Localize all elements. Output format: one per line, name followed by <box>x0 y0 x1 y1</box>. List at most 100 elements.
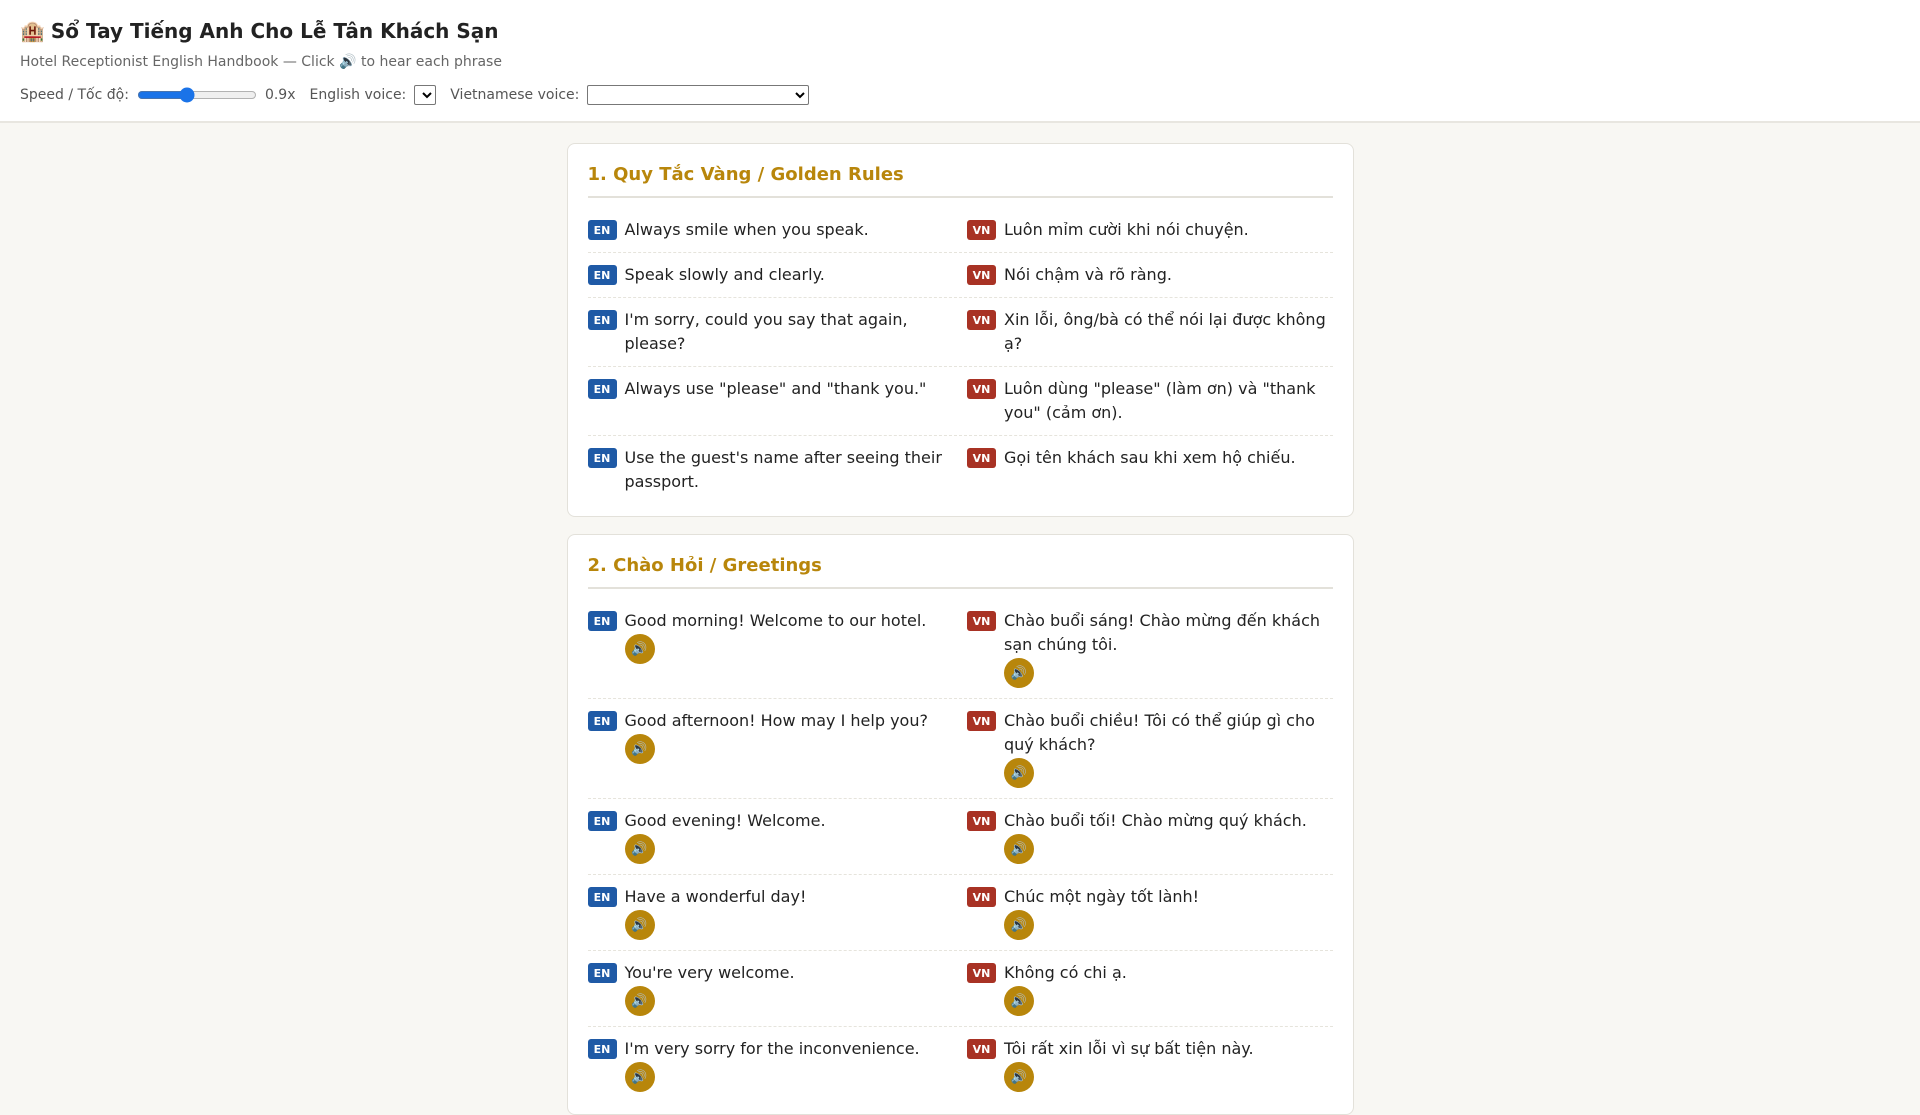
speaker-icon[interactable]: 🔊 <box>624 734 655 764</box>
en-text: Always use "please" and "thank you." <box>624 379 927 398</box>
phrase-en: EN Always use "please" and "thank you." <box>587 377 954 425</box>
speaker-icon[interactable]: 🔊 <box>1004 910 1034 940</box>
en-badge: EN <box>587 379 617 399</box>
phrase-en: EN Always smile when you speak. <box>587 218 954 242</box>
phrase-row: EN Speak slowly and clearly. VN Nói chậm và… <box>587 253 1333 298</box>
vn-text: Nói chậm và rõ ràng. <box>1004 265 1172 284</box>
vn-text: Chào buổi tối! Chào mừng quý khách. <box>1004 811 1307 830</box>
en-badge: EN <box>587 448 617 468</box>
en-badge: EN <box>587 711 617 731</box>
phrase-vn: VN Nói chậm và rõ ràng. <box>967 263 1333 287</box>
section-card: 1. Quy Tắc Vàng / Golden Rules EN Always s… <box>566 143 1354 517</box>
phrase-vn: VN Chào buổi sáng! Chào mừng đến khách sạ… <box>967 609 1333 688</box>
en-badge: EN <box>587 220 617 240</box>
en-text: Good morning! Welcome to our hotel. <box>624 611 927 630</box>
en-badge: EN <box>587 963 617 983</box>
phrase-vn: VN Chào buổi tối! Chào mừng quý khách. 🔊 <box>967 809 1333 864</box>
phrase-row: EN Good afternoon! How may I help you? 🔊 VN… <box>587 699 1333 799</box>
page-subtitle: Hotel Receptionist English Handbook — Cl… <box>20 54 502 70</box>
speaker-icon[interactable]: 🔊 <box>1004 834 1034 864</box>
vn-badge: VN <box>967 963 996 983</box>
en-text: Speak slowly and clearly. <box>624 265 825 284</box>
vn-text: Luôn dùng "please" (làm ơn) và "thank yo… <box>1004 379 1316 422</box>
phrase-row: EN Always use "please" and "thank you." VN… <box>587 367 1333 436</box>
phrase-vn: VN Xin lỗi, ông/bà có thể nói lại được kh… <box>967 308 1333 356</box>
vn-text: Chào buổi chiều! Tôi có thể giúp gì cho … <box>1004 711 1315 754</box>
en-text: Use the guest's name after seeing their … <box>624 448 942 491</box>
vn-badge: VN <box>967 887 996 907</box>
phrase-sections: 1. Quy Tắc Vàng / Golden Rules EN Always s… <box>566 143 1354 1115</box>
phrase-vn: VN Gọi tên khách sau khi xem hộ chiếu. <box>967 446 1333 494</box>
phrase-row: EN I'm sorry, could you say that again, p… <box>587 298 1333 367</box>
phrase-row: EN You're very welcome. 🔊 VN Không có chi ạ.… <box>587 951 1333 1027</box>
phrase-vn: VN Không có chi ạ. 🔊 <box>967 961 1333 1016</box>
en-badge: EN <box>587 1039 617 1059</box>
vn-badge: VN <box>967 379 996 399</box>
phrase-en: EN Use the guest's name after seeing thei… <box>587 446 954 494</box>
vn-badge: VN <box>967 611 996 631</box>
vietnamese-voice-label: Vietnamese voice: <box>450 87 580 103</box>
phrase-row: EN Always smile when you speak. VN Luôn mỉm… <box>587 208 1333 253</box>
speaker-icon[interactable]: 🔊 <box>1004 1062 1034 1092</box>
controls-bar: Speed / Tốc độ: 0.9x English voice: Viet… <box>20 85 1900 105</box>
vn-badge: VN <box>967 811 996 831</box>
speaker-icon[interactable]: 🔊 <box>624 986 655 1016</box>
speaker-icon[interactable]: 🔊 <box>1004 658 1034 688</box>
speaker-icon[interactable]: 🔊 <box>624 1062 655 1092</box>
en-text: I'm sorry, could you say that again, ple… <box>624 310 908 353</box>
phrase-vn: VN Luôn mỉm cười khi nói chuyện. <box>967 218 1333 242</box>
phrase-row: EN Good evening! Welcome. 🔊 VN Chào buổi tối… <box>587 799 1333 875</box>
speaker-icon[interactable]: 🔊 <box>624 910 655 940</box>
vn-text: Xin lỗi, ông/bà có thể nói lại được khôn… <box>1004 310 1326 353</box>
speaker-icon[interactable]: 🔊 <box>624 634 655 664</box>
en-badge: EN <box>587 811 617 831</box>
vn-text: Chào buổi sáng! Chào mừng đến khách sạn … <box>1004 611 1321 654</box>
en-badge: EN <box>587 887 617 907</box>
en-badge: EN <box>587 265 617 285</box>
speaker-icon[interactable]: 🔊 <box>1004 758 1034 788</box>
vn-badge: VN <box>967 711 996 731</box>
phrase-en: EN Good morning! Welcome to our hotel. 🔊 <box>587 609 954 688</box>
speed-slider[interactable] <box>136 87 257 103</box>
phrase-vn: VN Luôn dùng "please" (làm ơn) và "thank … <box>967 377 1333 425</box>
english-voice-select[interactable] <box>414 85 437 105</box>
speaker-icon[interactable]: 🔊 <box>1004 986 1034 1016</box>
vn-text: Gọi tên khách sau khi xem hộ chiếu. <box>1004 448 1296 467</box>
speaker-icon[interactable]: 🔊 <box>624 834 655 864</box>
phrase-en: EN I'm sorry, could you say that again, p… <box>587 308 954 356</box>
vn-badge: VN <box>967 448 996 468</box>
vn-badge: VN <box>967 265 996 285</box>
en-text: Good evening! Welcome. <box>624 811 826 830</box>
phrase-en: EN Have a wonderful day! 🔊 <box>587 885 954 940</box>
section-card: 2. Chào Hỏi / Greetings EN Good morning! W… <box>566 534 1354 1115</box>
phrase-en: EN Good afternoon! How may I help you? 🔊 <box>587 709 954 788</box>
vn-badge: VN <box>967 1039 996 1059</box>
phrase-vn: VN Chào buổi chiều! Tôi có thể giúp gì ch… <box>967 709 1333 788</box>
en-text: Good afternoon! How may I help you? <box>624 711 928 730</box>
phrase-en: EN Speak slowly and clearly. <box>587 263 954 287</box>
phrase-en: EN Good evening! Welcome. 🔊 <box>587 809 954 864</box>
vn-text: Tôi rất xin lỗi vì sự bất tiện này. <box>1004 1039 1254 1058</box>
english-voice-label: English voice: <box>309 87 407 103</box>
en-text: Always smile when you speak. <box>624 220 869 239</box>
phrase-vn: VN Tôi rất xin lỗi vì sự bất tiện này. 🔊 <box>967 1037 1333 1092</box>
speed-label: Speed / Tốc độ: <box>20 87 129 103</box>
vn-badge: VN <box>967 310 996 330</box>
section-title: 1. Quy Tắc Vàng / Golden Rules <box>587 164 1333 198</box>
section-title: 2. Chào Hỏi / Greetings <box>587 555 1333 589</box>
phrase-row: EN Good morning! Welcome to our hotel. 🔊 VN… <box>587 599 1333 699</box>
en-text: You're very welcome. <box>624 963 795 982</box>
vn-badge: VN <box>967 220 996 240</box>
phrase-vn: VN Chúc một ngày tốt lành! 🔊 <box>967 885 1333 940</box>
vietnamese-voice-select[interactable] <box>587 85 810 105</box>
en-badge: EN <box>587 611 617 631</box>
hotel-icon: 🏨 <box>20 19 45 43</box>
phrase-row: EN Use the guest's name after seeing thei… <box>587 436 1333 504</box>
en-text: Have a wonderful day! <box>624 887 807 906</box>
phrase-en: EN You're very welcome. 🔊 <box>587 961 954 1016</box>
phrase-row: EN Have a wonderful day! 🔊 VN Chúc một ngày … <box>587 875 1333 951</box>
phrase-en: EN I'm very sorry for the inconvenience. 🔊 <box>587 1037 954 1092</box>
page-title: 🏨 Sổ Tay Tiếng Anh Cho Lễ Tân Khách Sạn <box>20 19 499 43</box>
en-text: I'm very sorry for the inconvenience. <box>624 1039 920 1058</box>
phrase-row: EN I'm very sorry for the inconvenience. 🔊… <box>587 1027 1333 1102</box>
